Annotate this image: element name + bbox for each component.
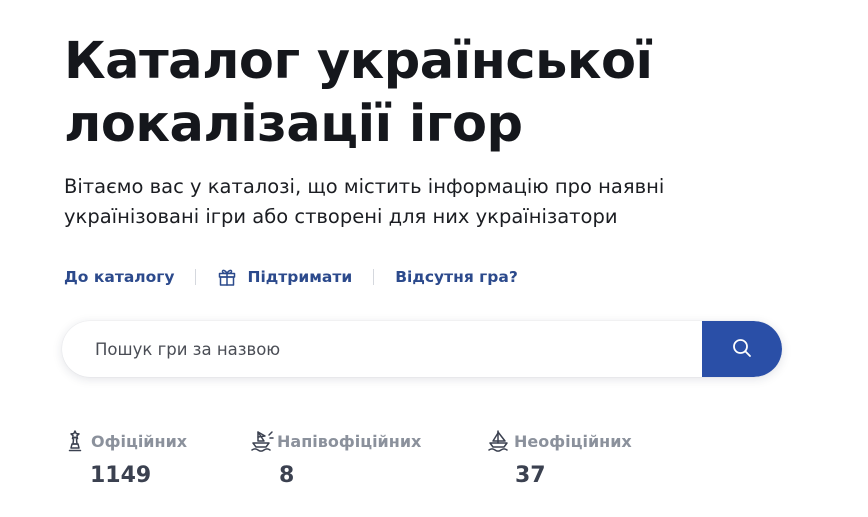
semi-official-icon	[250, 429, 274, 453]
missing-game-link[interactable]: Відсутня гра?	[395, 268, 518, 286]
search-icon	[731, 337, 753, 362]
stat-unofficial-label: Неофіційних	[514, 431, 632, 451]
search-button[interactable]	[702, 321, 782, 377]
gift-icon	[217, 267, 237, 287]
stat-unofficial: Неофіційних 37	[487, 428, 632, 488]
page-title-line-2: локалізації ігор	[64, 95, 523, 154]
search-bar	[62, 321, 782, 377]
page: Каталог української локалізації ігор Віт…	[0, 0, 868, 517]
link-divider	[373, 269, 375, 285]
support-link[interactable]: Підтримати	[217, 267, 352, 287]
page-title-line-1: Каталог української	[64, 32, 653, 91]
support-link-label: Підтримати	[247, 268, 353, 286]
official-icon	[64, 429, 86, 453]
stat-official-value: 1149	[90, 463, 152, 488]
page-subtitle-line-2: українізовані ігри або створені для них …	[64, 205, 618, 228]
search-input[interactable]	[62, 321, 702, 377]
page-subtitle-line-1: Вітаємо вас у каталозі, що містить інфор…	[64, 175, 665, 198]
page-title: Каталог української локалізації ігор	[64, 30, 824, 156]
unofficial-icon	[487, 429, 509, 453]
link-divider	[195, 269, 197, 285]
stat-semi-official-label: Напівофіційних	[277, 431, 422, 451]
page-subtitle: Вітаємо вас у каталозі, що містить інфор…	[64, 172, 824, 232]
stat-official-label: Офіційних	[91, 431, 188, 451]
hero-links: До каталогу Підтримати Відсутня гра?	[64, 264, 518, 290]
stat-semi-official-value: 8	[279, 463, 295, 488]
stats-row: Офіційних 1149 Напівофіційних 8 Неофіцій…	[64, 428, 824, 508]
stat-official: Офіційних 1149	[64, 428, 187, 488]
stat-unofficial-value: 37	[515, 463, 546, 488]
catalog-link[interactable]: До каталогу	[64, 268, 174, 286]
stat-semi-official: Напівофіційних 8	[250, 428, 421, 488]
